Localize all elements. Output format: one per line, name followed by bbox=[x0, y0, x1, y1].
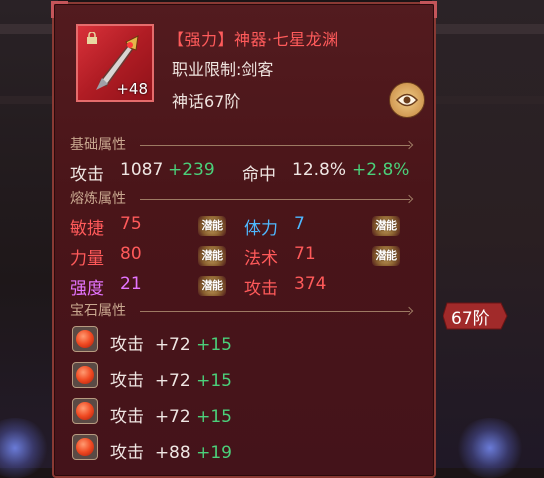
potential-badge: 潜能 bbox=[198, 276, 226, 296]
panel-corner bbox=[420, 1, 437, 18]
tier-badge: 67阶 bbox=[442, 301, 509, 331]
hit-label: 命中 bbox=[242, 165, 276, 185]
potential-badge: 潜能 bbox=[372, 246, 400, 266]
gem-row: 攻击 +72 +15 bbox=[110, 371, 232, 391]
eye-icon bbox=[396, 93, 418, 107]
item-name: 【强力】神器·七星龙渊 bbox=[168, 30, 339, 49]
gem-row: 攻击 +72 +15 bbox=[110, 335, 232, 355]
gem-icon bbox=[72, 398, 98, 424]
intensity-label: 强度 bbox=[70, 279, 104, 299]
section-divider bbox=[140, 145, 410, 146]
panel-corner bbox=[51, 1, 68, 18]
tier-badge-text: 67阶 bbox=[451, 309, 490, 329]
gem-icon bbox=[72, 362, 98, 388]
gem-row: 攻击 +88 +19 bbox=[110, 443, 232, 463]
item-tooltip-panel: +48 【强力】神器·七星龙渊 职业限制:剑客 神话67阶 基础属性 攻击 10… bbox=[51, 1, 437, 478]
attack-label: 攻击 bbox=[70, 165, 104, 185]
item-slot[interactable]: +48 bbox=[76, 24, 154, 102]
stamina-label: 体力 bbox=[244, 219, 278, 239]
hit-bonus: +2.8% bbox=[352, 160, 410, 180]
refine-attack-label: 攻击 bbox=[244, 279, 278, 299]
gem-icon bbox=[72, 326, 98, 352]
background-left bbox=[0, 0, 58, 468]
spell-value: 71 bbox=[294, 244, 316, 264]
agility-label: 敏捷 bbox=[70, 219, 104, 239]
agility-value: 75 bbox=[120, 214, 142, 234]
intensity-value: 21 bbox=[120, 274, 142, 294]
blue-flame-right bbox=[455, 418, 525, 478]
section-refine-title: 熔炼属性 bbox=[70, 191, 126, 207]
attack-bonus: +239 bbox=[168, 160, 215, 180]
section-base-title: 基础属性 bbox=[70, 137, 126, 153]
strength-label: 力量 bbox=[70, 249, 104, 269]
section-divider bbox=[140, 199, 410, 200]
spell-label: 法术 bbox=[244, 249, 278, 269]
item-tier: 神话67阶 bbox=[172, 92, 241, 111]
class-restriction: 职业限制:剑客 bbox=[172, 60, 274, 79]
gem-icon bbox=[72, 434, 98, 460]
potential-badge: 潜能 bbox=[198, 246, 226, 266]
enhance-level: +48 bbox=[116, 80, 148, 98]
section-divider bbox=[140, 311, 410, 312]
stamina-value: 7 bbox=[294, 214, 305, 234]
gem-row: 攻击 +72 +15 bbox=[110, 407, 232, 427]
strength-value: 80 bbox=[120, 244, 142, 264]
lock-icon bbox=[87, 32, 97, 44]
refine-attack-value: 374 bbox=[294, 274, 327, 294]
preview-button[interactable] bbox=[389, 82, 425, 118]
section-gem-title: 宝石属性 bbox=[70, 303, 126, 319]
attack-value: 1087 bbox=[120, 160, 164, 180]
potential-badge: 潜能 bbox=[198, 216, 226, 236]
hit-value: 12.8% bbox=[292, 160, 347, 180]
background-right bbox=[432, 0, 544, 468]
potential-badge: 潜能 bbox=[372, 216, 400, 236]
